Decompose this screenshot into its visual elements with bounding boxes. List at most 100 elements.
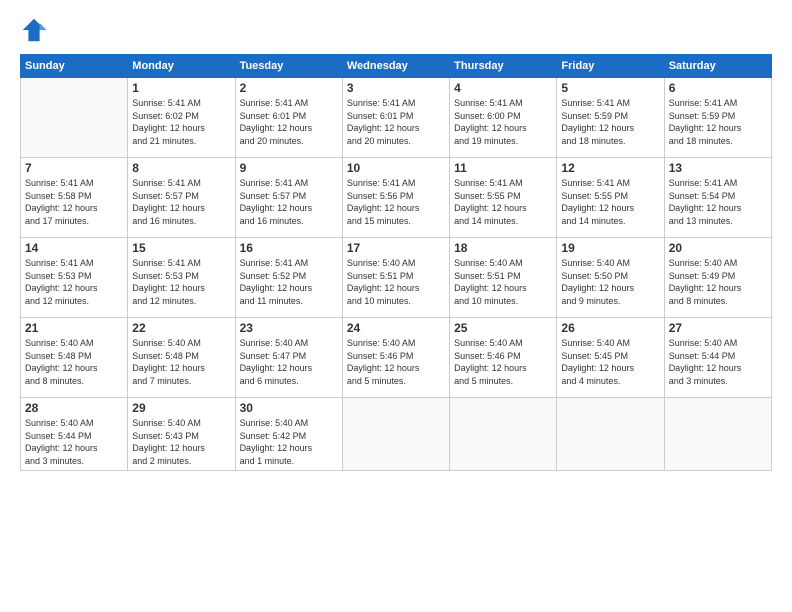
day-info: Sunrise: 5:41 AM Sunset: 5:55 PM Dayligh… (561, 177, 659, 227)
day-info: Sunrise: 5:41 AM Sunset: 5:55 PM Dayligh… (454, 177, 552, 227)
day-number: 25 (454, 321, 552, 335)
calendar-header-tuesday: Tuesday (235, 55, 342, 78)
day-info: Sunrise: 5:41 AM Sunset: 5:54 PM Dayligh… (669, 177, 767, 227)
day-number: 14 (25, 241, 123, 255)
calendar-header-saturday: Saturday (664, 55, 771, 78)
calendar-header-thursday: Thursday (450, 55, 557, 78)
calendar-header-friday: Friday (557, 55, 664, 78)
day-info: Sunrise: 5:41 AM Sunset: 5:53 PM Dayligh… (132, 257, 230, 307)
day-info: Sunrise: 5:41 AM Sunset: 5:59 PM Dayligh… (561, 97, 659, 147)
table-row: 22 Sunrise: 5:40 AM Sunset: 5:48 PM Dayli… (128, 318, 235, 398)
day-info: Sunrise: 5:40 AM Sunset: 5:46 PM Dayligh… (454, 337, 552, 387)
table-row: 24 Sunrise: 5:40 AM Sunset: 5:46 PM Dayli… (342, 318, 449, 398)
logo-icon (20, 16, 48, 44)
table-row: 4 Sunrise: 5:41 AM Sunset: 6:00 PM Daylig… (450, 78, 557, 158)
table-row: 8Sunrise: 5:41 AM Sunset: 5:57 PM Daylig… (128, 158, 235, 238)
day-info: Sunrise: 5:41 AM Sunset: 5:59 PM Dayligh… (669, 97, 767, 147)
logo (20, 16, 52, 44)
calendar: SundayMondayTuesdayWednesdayThursdayFrid… (20, 54, 772, 471)
table-row: 27 Sunrise: 5:40 AM Sunset: 5:44 PM Dayli… (664, 318, 771, 398)
calendar-week-row: 21 Sunrise: 5:40 AM Sunset: 5:48 PM Dayli… (21, 318, 772, 398)
day-info: Sunrise: 5:41 AM Sunset: 5:56 PM Dayligh… (347, 177, 445, 227)
day-number: 22 (132, 321, 230, 335)
calendar-week-row: 7 Sunrise: 5:41 AM Sunset: 5:58 PM Daylig… (21, 158, 772, 238)
day-number: 11 (454, 161, 552, 175)
day-number: 30 (240, 401, 338, 415)
day-info: Sunrise: 5:40 AM Sunset: 5:48 PM Dayligh… (132, 337, 230, 387)
calendar-week-row: 14 Sunrise: 5:41 AM Sunset: 5:53 PM Dayli… (21, 238, 772, 318)
day-number: 6 (669, 81, 767, 95)
table-row (450, 398, 557, 471)
day-number: 27 (669, 321, 767, 335)
day-number: 8 (132, 161, 230, 175)
day-info: Sunrise: 5:40 AM Sunset: 5:47 PM Dayligh… (240, 337, 338, 387)
day-info: Sunrise: 5:41 AM Sunset: 6:01 PM Dayligh… (240, 97, 338, 147)
table-row (21, 78, 128, 158)
day-info: Sunrise: 5:40 AM Sunset: 5:42 PM Dayligh… (240, 417, 338, 467)
day-info: Sunrise: 5:41 AM Sunset: 5:53 PM Dayligh… (25, 257, 123, 307)
table-row: 9 Sunrise: 5:41 AM Sunset: 5:57 PM Daylig… (235, 158, 342, 238)
table-row: 21 Sunrise: 5:40 AM Sunset: 5:48 PM Dayli… (21, 318, 128, 398)
day-info: Sunrise: 5:40 AM Sunset: 5:44 PM Dayligh… (669, 337, 767, 387)
day-number: 9 (240, 161, 338, 175)
day-number: 19 (561, 241, 659, 255)
table-row: 15 Sunrise: 5:41 AM Sunset: 5:53 PM Dayli… (128, 238, 235, 318)
day-number: 16 (240, 241, 338, 255)
day-info: Sunrise: 5:41 AM Sunset: 5:57 PM Dayligh… (240, 177, 338, 227)
day-info: Sunrise: 5:40 AM Sunset: 5:45 PM Dayligh… (561, 337, 659, 387)
day-info: Sunrise: 5:40 AM Sunset: 5:51 PM Dayligh… (454, 257, 552, 307)
day-number: 24 (347, 321, 445, 335)
day-info: Sunrise: 5:40 AM Sunset: 5:49 PM Dayligh… (669, 257, 767, 307)
table-row: 13Sunrise: 5:41 AM Sunset: 5:54 PM Dayli… (664, 158, 771, 238)
day-info: Sunrise: 5:40 AM Sunset: 5:48 PM Dayligh… (25, 337, 123, 387)
table-row: 1 Sunrise: 5:41 AM Sunset: 6:02 PM Daylig… (128, 78, 235, 158)
table-row (664, 398, 771, 471)
table-row (557, 398, 664, 471)
day-number: 29 (132, 401, 230, 415)
day-number: 20 (669, 241, 767, 255)
calendar-week-row: 28 Sunrise: 5:40 AM Sunset: 5:44 PM Dayli… (21, 398, 772, 471)
day-number: 21 (25, 321, 123, 335)
day-number: 15 (132, 241, 230, 255)
day-number: 17 (347, 241, 445, 255)
day-number: 3 (347, 81, 445, 95)
table-row: 14 Sunrise: 5:41 AM Sunset: 5:53 PM Dayli… (21, 238, 128, 318)
header (20, 16, 772, 44)
day-number: 28 (25, 401, 123, 415)
day-info: Sunrise: 5:40 AM Sunset: 5:44 PM Dayligh… (25, 417, 123, 467)
day-number: 12 (561, 161, 659, 175)
page: SundayMondayTuesdayWednesdayThursdayFrid… (0, 0, 792, 612)
table-row: 30 Sunrise: 5:40 AM Sunset: 5:42 PM Dayli… (235, 398, 342, 471)
day-number: 10 (347, 161, 445, 175)
day-info: Sunrise: 5:41 AM Sunset: 6:02 PM Dayligh… (132, 97, 230, 147)
day-number: 7 (25, 161, 123, 175)
day-number: 4 (454, 81, 552, 95)
table-row: 26 Sunrise: 5:40 AM Sunset: 5:45 PM Dayli… (557, 318, 664, 398)
calendar-header-row: SundayMondayTuesdayWednesdayThursdayFrid… (21, 55, 772, 78)
calendar-week-row: 1 Sunrise: 5:41 AM Sunset: 6:02 PM Daylig… (21, 78, 772, 158)
calendar-header-sunday: Sunday (21, 55, 128, 78)
day-info: Sunrise: 5:41 AM Sunset: 6:01 PM Dayligh… (347, 97, 445, 147)
table-row: 12 Sunrise: 5:41 AM Sunset: 5:55 PM Dayli… (557, 158, 664, 238)
day-number: 1 (132, 81, 230, 95)
day-number: 2 (240, 81, 338, 95)
table-row (342, 398, 449, 471)
table-row: 10 Sunrise: 5:41 AM Sunset: 5:56 PM Dayli… (342, 158, 449, 238)
table-row: 29 Sunrise: 5:40 AM Sunset: 5:43 PM Dayli… (128, 398, 235, 471)
table-row: 19 Sunrise: 5:40 AM Sunset: 5:50 PM Dayli… (557, 238, 664, 318)
calendar-header-monday: Monday (128, 55, 235, 78)
table-row: 23Sunrise: 5:40 AM Sunset: 5:47 PM Dayli… (235, 318, 342, 398)
day-info: Sunrise: 5:40 AM Sunset: 5:43 PM Dayligh… (132, 417, 230, 467)
day-info: Sunrise: 5:40 AM Sunset: 5:46 PM Dayligh… (347, 337, 445, 387)
table-row: 6 Sunrise: 5:41 AM Sunset: 5:59 PM Daylig… (664, 78, 771, 158)
day-number: 26 (561, 321, 659, 335)
table-row: 7 Sunrise: 5:41 AM Sunset: 5:58 PM Daylig… (21, 158, 128, 238)
day-info: Sunrise: 5:41 AM Sunset: 5:58 PM Dayligh… (25, 177, 123, 227)
table-row: 11 Sunrise: 5:41 AM Sunset: 5:55 PM Dayli… (450, 158, 557, 238)
table-row: 20 Sunrise: 5:40 AM Sunset: 5:49 PM Dayli… (664, 238, 771, 318)
table-row: 25 Sunrise: 5:40 AM Sunset: 5:46 PM Dayli… (450, 318, 557, 398)
day-number: 18 (454, 241, 552, 255)
day-info: Sunrise: 5:41 AM Sunset: 6:00 PM Dayligh… (454, 97, 552, 147)
day-info: Sunrise: 5:40 AM Sunset: 5:50 PM Dayligh… (561, 257, 659, 307)
table-row: 3 Sunrise: 5:41 AM Sunset: 6:01 PM Daylig… (342, 78, 449, 158)
